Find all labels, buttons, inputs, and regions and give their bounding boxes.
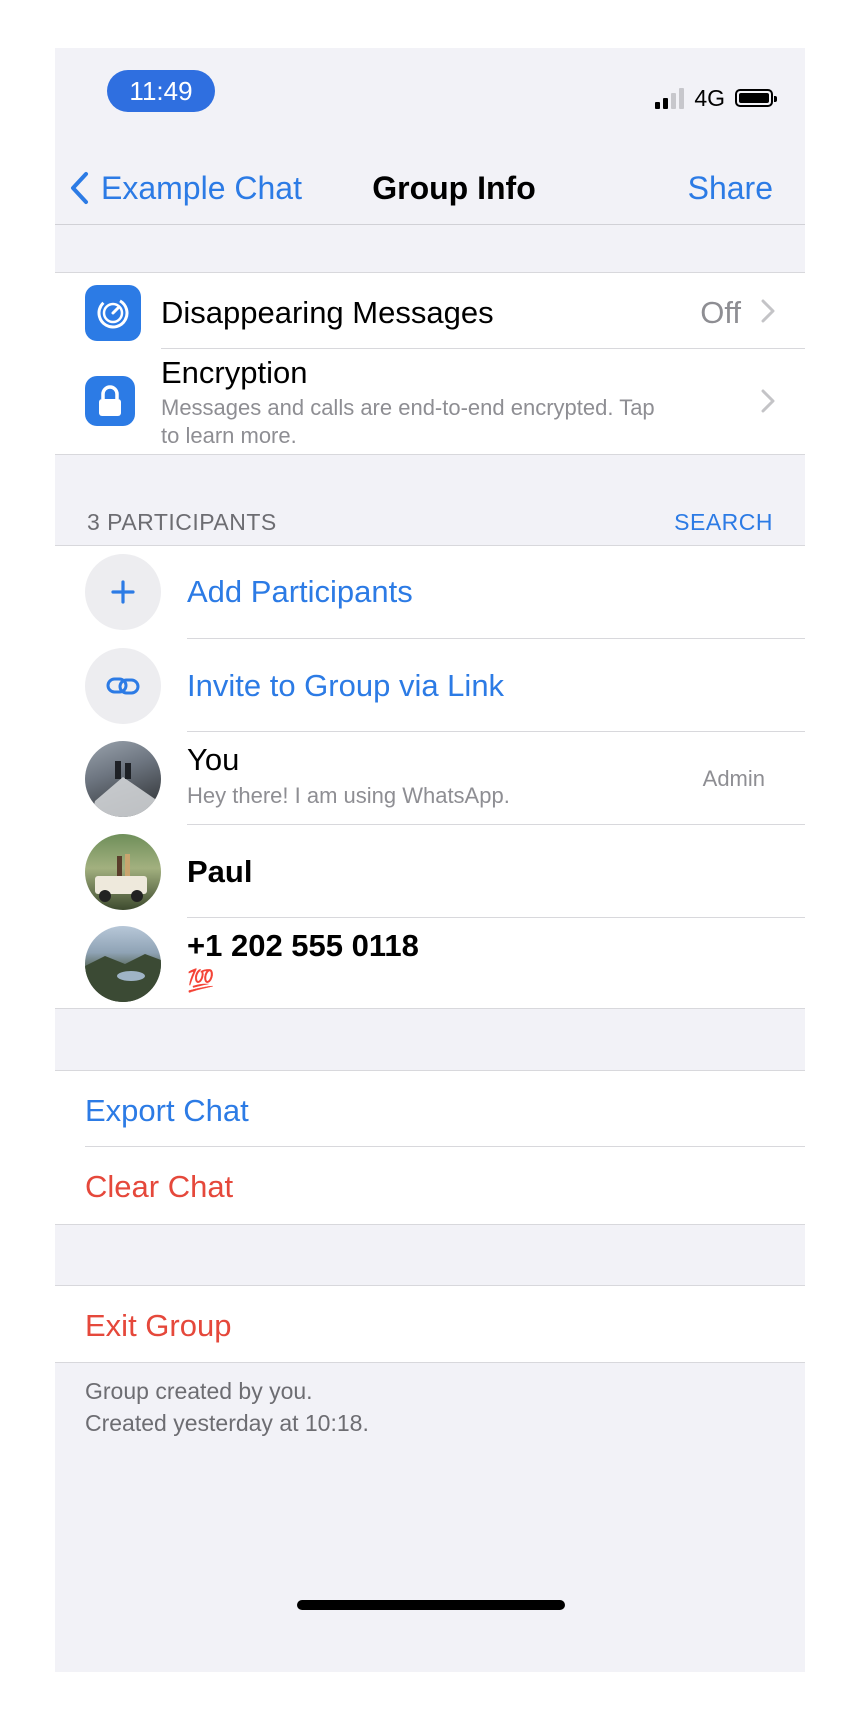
status-time: 11:49 [107, 70, 215, 112]
add-participants-label: Add Participants [187, 574, 413, 609]
disappearing-messages-row[interactable]: Disappearing Messages Off [55, 273, 805, 349]
participant-status: 💯 [187, 968, 215, 993]
export-chat-row[interactable]: Export Chat [55, 1071, 805, 1147]
clear-chat-button[interactable]: Clear Chat [85, 1169, 233, 1205]
participants-count-header: 3 PARTICIPANTS [87, 509, 277, 535]
participant-name: +1 202 555 0118 [187, 928, 419, 963]
participants-group: Add Participants Invite to Group via Lin… [55, 545, 805, 1009]
home-indicator [297, 1600, 565, 1610]
invite-link-row[interactable]: Invite to Group via Link [55, 639, 805, 732]
disappearing-messages-label: Disappearing Messages [161, 295, 494, 330]
navigation-bar: Example Chat Group Info Share [55, 158, 805, 218]
exit-group-section: Exit Group [55, 1285, 805, 1363]
back-label: Example Chat [101, 169, 302, 206]
nav-divider [55, 224, 805, 225]
export-chat-button[interactable]: Export Chat [85, 1093, 249, 1129]
chat-actions-group: Export Chat Clear Chat [55, 1070, 805, 1225]
avatar [85, 926, 161, 1002]
search-participants-button[interactable]: SEARCH [674, 509, 773, 536]
chevron-right-icon [761, 389, 775, 413]
encryption-label: Encryption [161, 355, 308, 390]
settings-group: Disappearing Messages Off Encryption Mes… [55, 272, 805, 455]
encryption-row[interactable]: Encryption Messages and calls are end-to… [55, 349, 805, 454]
admin-badge: Admin [702, 766, 765, 791]
timer-icon [85, 285, 141, 341]
participant-row[interactable]: You Hey there! I am using WhatsApp. Admi… [55, 732, 805, 825]
group-created-by: Group created by you. [85, 1378, 313, 1404]
link-icon [85, 648, 161, 724]
avatar [85, 834, 161, 910]
participant-row[interactable]: +1 202 555 0118 💯 [55, 918, 805, 1008]
chevron-right-icon [761, 299, 775, 323]
invite-link-label: Invite to Group via Link [187, 668, 505, 703]
avatar [85, 741, 161, 817]
exit-group-button[interactable]: Exit Group [85, 1308, 231, 1344]
signal-icon [655, 87, 685, 109]
participant-name: You [187, 742, 240, 777]
encryption-description-line1: Messages and calls are end-to-end encryp… [161, 395, 655, 420]
lock-icon [85, 376, 135, 426]
participant-name: Paul [187, 854, 253, 889]
participant-row[interactable]: Paul [55, 825, 805, 918]
chevron-left-icon [71, 172, 88, 204]
page-title: Group Info [372, 170, 536, 206]
group-created-date: Created yesterday at 10:18. [85, 1410, 369, 1436]
network-type: 4G [694, 84, 725, 111]
participant-status: Hey there! I am using WhatsApp. [187, 783, 510, 808]
phone-screen: 11:49 4G Example Chat Group Info Share D… [55, 48, 805, 1672]
plus-icon [85, 554, 161, 630]
battery-icon [735, 89, 777, 107]
add-participants-row[interactable]: Add Participants [55, 546, 805, 639]
encryption-description-line2: to learn more. [161, 423, 297, 448]
clear-chat-row[interactable]: Clear Chat [55, 1147, 805, 1224]
share-button[interactable]: Share [688, 158, 773, 218]
status-indicators: 4G [655, 84, 777, 112]
back-button[interactable]: Example Chat [69, 158, 302, 218]
disappearing-messages-value: Off [700, 295, 741, 330]
